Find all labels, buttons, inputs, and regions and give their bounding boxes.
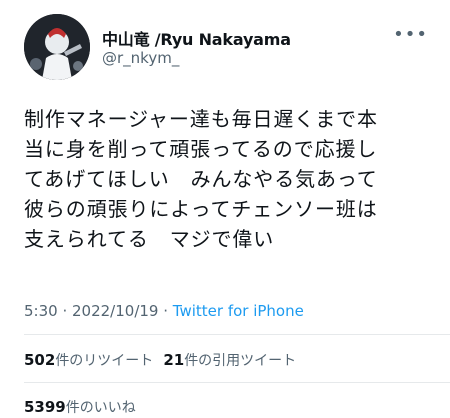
likes-label: 件のいいね [65,400,136,416]
user-handle[interactable]: @r_nkym_ [102,49,179,67]
tweet-date[interactable]: 2022/10/19 [72,302,158,320]
engagement-stats: 502件のリツイート 21件の引用ツイート [24,350,296,370]
tweet-card: 中山竜 /Ryu Nakayama @r_nkym_ ••• 制作マネージャー達… [0,0,450,418]
meta-separator: · [158,302,173,320]
tweet-source-link[interactable]: Twitter for iPhone [173,302,304,320]
display-name[interactable]: 中山竜 /Ryu Nakayama [102,26,291,50]
retweets-count: 502 [24,351,56,369]
quotes-count: 21 [163,351,185,369]
likes-stat[interactable]: 5399件のいいね [24,397,136,417]
tweet-time[interactable]: 5:30 [24,302,58,320]
likes-count: 5399 [24,398,66,416]
character-avatar-icon [24,14,90,80]
retweets-stat[interactable]: 502件のリツイート [24,351,154,369]
tweet-meta: 5:30 · 2022/10/19 · Twitter for iPhone [24,302,304,320]
divider [24,382,450,383]
tweet-text: 制作マネージャー達も毎日遅くまで本 当に身を削って頑張ってるので応援し てあげて… [24,107,378,251]
divider [24,334,450,335]
retweets-label: 件のリツイート [55,353,154,369]
more-options-icon[interactable]: ••• [393,24,428,45]
avatar[interactable] [24,14,90,80]
meta-separator: · [57,302,72,320]
quotes-stat[interactable]: 21件の引用ツイート [163,351,297,369]
quotes-label: 件の引用ツイート [184,353,297,369]
